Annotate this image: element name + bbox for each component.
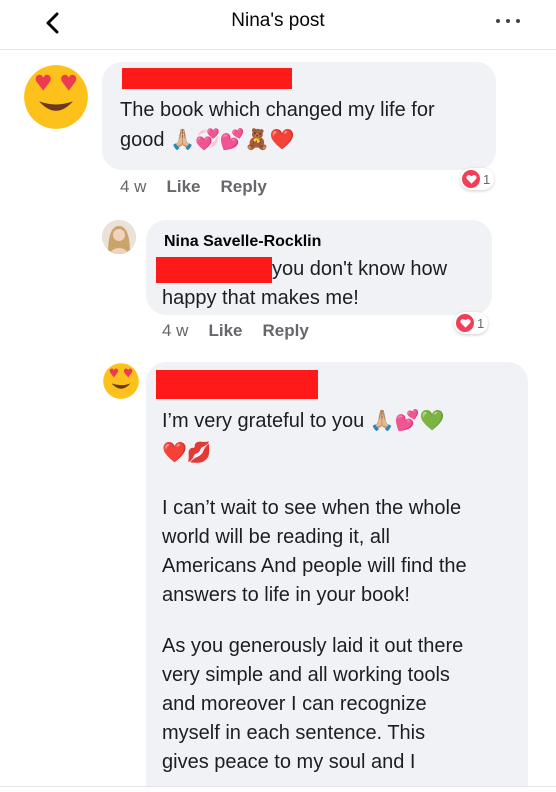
reaction-count: 1 [483,171,491,187]
reaction-badge[interactable]: 1 [460,168,495,190]
comment-text: I can’t wait to see when the whole [162,497,462,519]
comment-emojis: ❤️💋 [162,440,212,464]
avatar[interactable] [22,63,90,131]
love-reaction-icon [456,314,474,332]
redacted-name [156,256,272,283]
like-button[interactable]: Like [166,177,200,197]
comment-bubble[interactable]: Nina Savelle-Rocklin you don't know how … [146,220,492,315]
comment-text: The book which changed my life for [120,99,435,121]
comment-text: answers to life in your book! [162,584,410,606]
redacted-name [156,370,318,399]
comment-text: Americans And people will find the [162,555,467,577]
bottom-edge [0,787,556,792]
comment-text: I’m very grateful to you [162,410,365,432]
dot-icon [506,19,510,23]
comment-author[interactable]: Nina Savelle-Rocklin [164,233,321,251]
reaction-badge[interactable]: 1 [454,312,489,334]
reaction-count: 1 [477,315,485,331]
comment-text: and moreover I can recognize [162,693,427,715]
comment-bubble[interactable]: The book which changed my life for good … [102,62,496,170]
comment-emojis: 🙏🏼💕💚 [369,408,445,432]
comment-emojis: 🙏🏼💞💕🧸❤️ [170,127,295,151]
comment-text: gives peace to my soul and I [162,751,416,773]
dot-icon [496,19,500,23]
reply-button[interactable]: Reply [263,321,309,341]
page-title: Nina's post [231,10,325,31]
comment-time[interactable]: 4 w [162,321,188,341]
comment-text: happy that makes me! [162,287,359,309]
redacted-name [122,68,292,89]
comment-text: world will be reading it, all [162,526,390,548]
comment-text: very simple and all working tools [162,664,450,686]
avatar[interactable] [102,220,136,254]
heart-eyes-emoji-icon [24,65,88,129]
divider [0,786,556,787]
comment-text: good [120,129,165,151]
avatar[interactable] [102,362,140,400]
heart-eyes-emoji-icon [103,363,139,399]
comment-text: myself in each sentence. This [162,722,426,744]
more-options-button[interactable] [496,12,520,30]
like-button[interactable]: Like [208,321,242,341]
dot-icon [516,19,520,23]
comment-time[interactable]: 4 w [120,177,146,197]
profile-photo-icon [102,220,136,254]
comment-text: you don't know how [272,258,448,280]
comment-bubble[interactable]: I’m very grateful to you 🙏🏼💕💚 ❤️💋 I can’… [146,362,528,792]
reply-button[interactable]: Reply [221,177,267,197]
post-header: Nina's post [0,0,556,50]
love-reaction-icon [462,170,480,188]
comment-text: As you generously laid it out there [162,635,464,657]
